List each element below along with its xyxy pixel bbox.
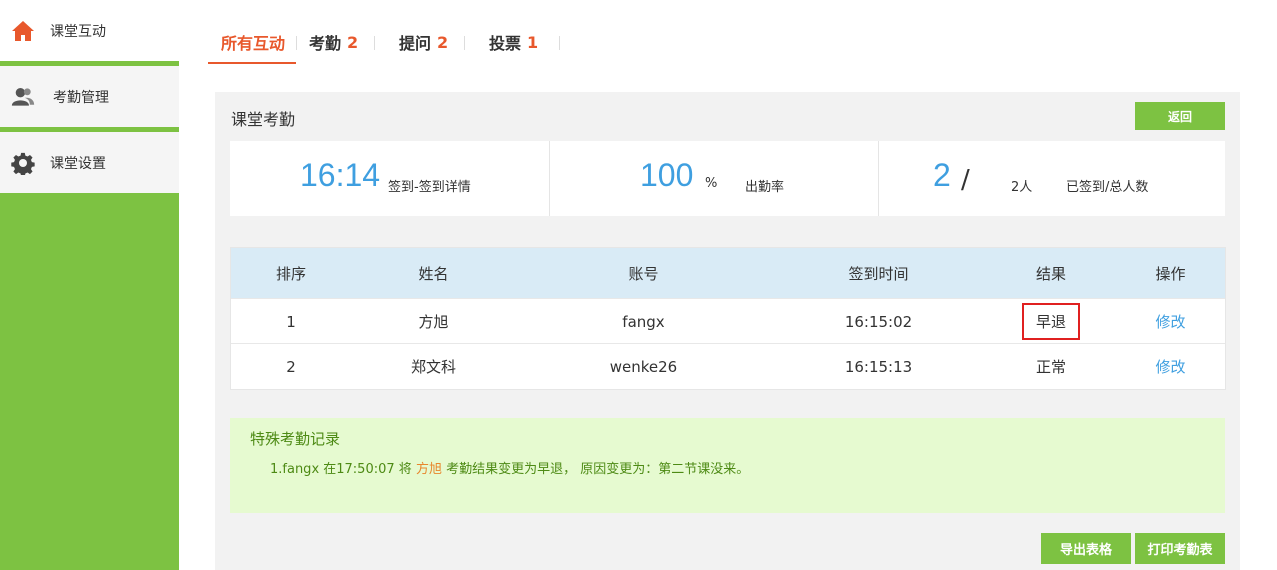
signin-time-value: 16:14: [300, 157, 381, 193]
interaction-tabs: 所有互动 考勤 2 提问 2 投票 1: [208, 22, 560, 64]
header-name: 姓名: [418, 264, 449, 283]
sidebar-item-label: 考勤管理: [53, 89, 109, 106]
signed-count-value: 2: [933, 157, 951, 193]
tab-questions[interactable]: 提问 2: [384, 22, 465, 62]
user-icon: [11, 85, 35, 109]
tab-divider: [559, 36, 560, 50]
count-separator: /: [961, 165, 970, 195]
signed-count-label: 已签到/总人数: [1066, 180, 1149, 195]
back-button[interactable]: 返回: [1135, 102, 1225, 130]
stat-signin-time: 16:14 签到-签到详情: [230, 141, 549, 216]
header-signin-time: 签到时间: [848, 264, 909, 283]
tab-all-interactions[interactable]: 所有互动: [208, 22, 297, 64]
row-account: fangx: [622, 312, 665, 331]
row-account: wenke26: [609, 357, 678, 376]
special-attendance-records: 特殊考勤记录 1.fangx 在17:50:07 将 方旭 考勤结果变更为早退，…: [230, 418, 1225, 513]
row-rank: 1: [286, 312, 296, 331]
special-records-title: 特殊考勤记录: [250, 430, 341, 448]
row-name: 方旭: [418, 313, 449, 331]
home-icon: [11, 19, 35, 43]
tab-label: 提问: [399, 34, 432, 53]
tab-votes[interactable]: 投票 1: [474, 22, 560, 62]
tab-count: 1: [527, 32, 539, 52]
attendance-panel: 课堂考勤 返回 16:14 签到-签到详情 100 % 出勤率 2 / 2人 已…: [215, 92, 1240, 570]
edit-link[interactable]: 修改: [1155, 356, 1185, 377]
tab-label: 考勤: [309, 34, 342, 53]
record-suffix: 考勤结果变更为早退， 原因变更为：第二节课没来。: [446, 462, 750, 477]
tab-count: 2: [437, 32, 449, 52]
panel-title: 课堂考勤: [231, 110, 296, 129]
signin-detail-link[interactable]: 签到-签到详情: [388, 176, 471, 195]
record-student-name: 方旭: [415, 462, 442, 477]
sidebar-item-label: 课堂设置: [50, 155, 106, 172]
attendance-table: 排序 姓名 账号 签到时间 结果 操作 1 方旭 fangx 16:15:02 …: [230, 247, 1226, 390]
sidebar-item-label: 课堂互动: [50, 23, 106, 40]
header-result: 结果: [1035, 264, 1066, 283]
tab-divider: [464, 36, 465, 50]
tab-attendance[interactable]: 考勤 2: [305, 22, 375, 62]
table-row: 2 郑文科 wenke26 16:15:13 正常 修改: [231, 343, 1225, 389]
row-signin-time: 16:15:13: [844, 357, 913, 376]
row-action: 修改: [1116, 299, 1225, 344]
result-early-leave-highlight: 早退: [1021, 303, 1080, 340]
stat-signed-count: 2 / 2人 已签到/总人数: [879, 141, 1225, 216]
tab-count: 2: [347, 32, 359, 52]
row-name: 郑文科: [410, 358, 456, 376]
sidebar-item-attendance-management[interactable]: 考勤管理: [0, 66, 179, 127]
header-action: 操作: [1155, 264, 1186, 283]
attendance-rate-value: 100: [640, 157, 694, 193]
record-prefix: 1.fangx 在17:50:07 将: [270, 462, 412, 477]
row-signin-time: 16:15:02: [844, 312, 913, 331]
header-account: 账号: [628, 264, 659, 283]
stat-attendance-rate: 100 % 出勤率: [550, 141, 878, 216]
tab-divider: [374, 36, 375, 50]
export-table-button[interactable]: 导出表格: [1041, 533, 1131, 564]
sidebar-item-classroom-settings[interactable]: 课堂设置: [0, 132, 179, 193]
row-action: 修改: [1116, 344, 1225, 389]
header-rank: 排序: [275, 264, 306, 283]
row-result: 早退: [986, 299, 1116, 344]
attendance-rate-label: 出勤率: [745, 180, 785, 195]
total-count-value: 2人: [1011, 180, 1033, 195]
gear-icon: [11, 151, 35, 175]
print-attendance-button[interactable]: 打印考勤表: [1135, 533, 1225, 564]
row-rank: 2: [286, 357, 296, 376]
edit-link[interactable]: 修改: [1155, 311, 1185, 332]
special-record-item: 1.fangx 在17:50:07 将 方旭 考勤结果变更为早退， 原因变更为：…: [270, 458, 749, 477]
row-result: 正常: [1035, 358, 1066, 376]
tab-label: 投票: [489, 34, 522, 53]
tab-label: 所有互动: [221, 34, 286, 53]
attendance-stats: 16:14 签到-签到详情 100 % 出勤率 2 / 2人 已签到/总人数: [230, 141, 1225, 216]
attendance-rate-unit: %: [705, 176, 718, 191]
table-header: 排序 姓名 账号 签到时间 结果 操作: [231, 248, 1225, 298]
sidebar: 课堂互动 考勤管理 课堂设置: [0, 0, 179, 570]
sidebar-item-classroom-interaction[interactable]: 课堂互动: [0, 0, 179, 61]
table-row: 1 方旭 fangx 16:15:02 早退 修改: [231, 298, 1225, 344]
tab-divider: [296, 36, 297, 50]
